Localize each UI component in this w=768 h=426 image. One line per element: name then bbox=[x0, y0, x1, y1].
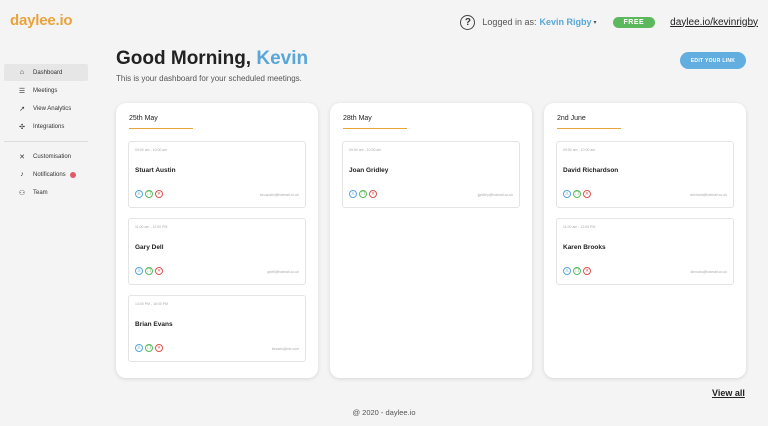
logged-in-label: Logged in as: bbox=[482, 17, 537, 27]
copy-icon[interactable]: ❐ bbox=[573, 267, 581, 275]
meeting-time: 11:00 am - 12:00 PM bbox=[563, 225, 596, 229]
meeting-email: gdell@hotmail.co.uk bbox=[267, 270, 299, 274]
profile-link[interactable]: daylee.io/kevinrigby bbox=[670, 17, 758, 28]
chevron-down-icon[interactable]: ▾ bbox=[593, 19, 596, 26]
edit-link-button[interactable]: EDIT YOUR LINK bbox=[680, 52, 746, 69]
meeting-email: kbrooks@hotmail.co.uk bbox=[690, 270, 727, 274]
meeting-name: Stuart Austin bbox=[135, 167, 176, 174]
sidebar-item-view-analytics[interactable]: ↗ View Analytics bbox=[4, 100, 88, 117]
cancel-icon[interactable]: ✕ bbox=[369, 190, 377, 198]
user-icon[interactable]: ♙ bbox=[135, 190, 143, 198]
meeting-time: 11:00 am - 12:00 PM bbox=[135, 225, 168, 229]
analytics-icon: ↗ bbox=[19, 105, 25, 113]
user-icon[interactable]: ♙ bbox=[349, 190, 357, 198]
meeting-name: Joan Gridley bbox=[349, 167, 389, 174]
meeting-actions: ♙ ❐ ✕ bbox=[563, 267, 591, 275]
meeting-time: 09:00 am - 10:00 am bbox=[563, 148, 596, 152]
meeting-time: 09:00 am - 10:00 am bbox=[349, 148, 382, 152]
sidebar-item-label: View Analytics bbox=[33, 105, 72, 112]
sidebar-item-dashboard[interactable]: ⌂ Dashboard bbox=[4, 64, 88, 81]
help-icon[interactable]: ? bbox=[460, 14, 476, 30]
sidebar-item-label: Notifications bbox=[33, 171, 66, 178]
user-icon[interactable]: ♙ bbox=[135, 344, 143, 352]
column-date: 25th May bbox=[129, 115, 158, 122]
meeting-name: Karen Brooks bbox=[563, 244, 606, 251]
meeting-card[interactable]: 11:00 am - 12:00 PM Karen Brooks ♙ ❐ ✕ k… bbox=[556, 218, 734, 285]
list-icon: ☰ bbox=[18, 87, 26, 95]
copy-icon[interactable]: ❐ bbox=[145, 344, 153, 352]
meeting-name: David Richardson bbox=[563, 167, 619, 174]
meeting-name: Gary Dell bbox=[135, 244, 164, 251]
plan-badge: FREE bbox=[612, 16, 656, 28]
user-icon[interactable]: ♙ bbox=[563, 190, 571, 198]
copy-icon[interactable]: ❐ bbox=[145, 267, 153, 275]
date-underline bbox=[343, 128, 407, 129]
copy-icon[interactable]: ❐ bbox=[145, 190, 153, 198]
meeting-name: Brian Evans bbox=[135, 321, 173, 328]
bell-icon: ♪ bbox=[20, 171, 24, 178]
footer: @ 2020 - daylee.io bbox=[352, 408, 416, 417]
team-icon: ⚇ bbox=[18, 189, 26, 197]
meeting-actions: ♙ ❐ ✕ bbox=[135, 190, 163, 198]
meeting-actions: ♙ ❐ ✕ bbox=[349, 190, 377, 198]
copy-icon[interactable]: ❐ bbox=[573, 190, 581, 198]
meeting-card[interactable]: 09:00 am - 10:00 am David Richardson ♙ ❐… bbox=[556, 141, 734, 208]
day-column: 25th May 09:00 am - 10:00 am Stuart Aust… bbox=[116, 103, 318, 378]
column-date: 2nd June bbox=[557, 115, 586, 122]
meeting-email: stu.austin@hotmail.co.uk bbox=[259, 193, 299, 197]
cancel-icon[interactable]: ✕ bbox=[583, 267, 591, 275]
user-menu[interactable]: Kevin Rigby bbox=[539, 17, 591, 27]
page-title: Good Morning, Kevin bbox=[116, 48, 308, 70]
cancel-icon[interactable]: ✕ bbox=[583, 190, 591, 198]
meeting-email: drichard@hotmail.co.uk bbox=[690, 193, 727, 197]
sidebar-item-integrations[interactable]: ✣ Integrations bbox=[4, 118, 88, 135]
page-subtitle: This is your dashboard for your schedule… bbox=[116, 74, 302, 83]
meeting-card[interactable]: 13:00 PM - 16:00 PM Brian Evans ♙ ❐ ✕ be… bbox=[128, 295, 306, 362]
home-icon: ⌂ bbox=[19, 69, 25, 76]
meeting-actions: ♙ ❐ ✕ bbox=[563, 190, 591, 198]
cancel-icon[interactable]: ✕ bbox=[155, 344, 163, 352]
sidebar-item-label: Team bbox=[33, 189, 48, 196]
sidebar-item-label: Dashboard bbox=[33, 69, 63, 76]
notification-badge bbox=[69, 171, 76, 178]
column-date: 28th May bbox=[343, 115, 372, 122]
date-underline bbox=[557, 128, 621, 129]
sidebar: ⌂ Dashboard ☰ Meetings ↗ View Analytics … bbox=[4, 64, 88, 202]
top-bar: ? Logged in as: Kevin Rigby ▾ FREE dayle… bbox=[460, 13, 758, 31]
meeting-email: bevans@me.com bbox=[271, 347, 299, 351]
day-column: 28th May 09:00 am - 10:00 am Joan Gridle… bbox=[330, 103, 532, 378]
greeting-name: Kevin bbox=[256, 48, 309, 69]
cancel-icon[interactable]: ✕ bbox=[155, 190, 163, 198]
meeting-card[interactable]: 09:00 am - 10:00 am Stuart Austin ♙ ❐ ✕ … bbox=[128, 141, 306, 208]
greeting-prefix: Good Morning, bbox=[116, 48, 252, 69]
copy-icon[interactable]: ❐ bbox=[359, 190, 367, 198]
puzzle-icon: ✣ bbox=[19, 123, 25, 131]
user-icon[interactable]: ♙ bbox=[135, 267, 143, 275]
meeting-actions: ♙ ❐ ✕ bbox=[135, 267, 163, 275]
cancel-icon[interactable]: ✕ bbox=[155, 267, 163, 275]
day-column: 2nd June 09:00 am - 10:00 am David Richa… bbox=[544, 103, 746, 378]
sidebar-item-notifications[interactable]: ♪ Notifications bbox=[4, 166, 88, 183]
view-all-link[interactable]: View all bbox=[712, 388, 745, 398]
sidebar-item-label: Integrations bbox=[33, 123, 65, 130]
meeting-card[interactable]: 09:00 am - 10:00 am Joan Gridley ♙ ❐ ✕ j… bbox=[342, 141, 520, 208]
tools-icon: ✕ bbox=[19, 153, 25, 161]
sidebar-divider bbox=[4, 141, 88, 142]
meeting-time: 13:00 PM - 16:00 PM bbox=[135, 302, 169, 306]
app-logo[interactable]: daylee.io bbox=[10, 12, 73, 29]
sidebar-item-customisation[interactable]: ✕ Customisation bbox=[4, 148, 88, 165]
meeting-time: 09:00 am - 10:00 am bbox=[135, 148, 168, 152]
sidebar-item-meetings[interactable]: ☰ Meetings bbox=[4, 82, 88, 99]
sidebar-item-label: Meetings bbox=[33, 87, 58, 94]
sidebar-item-label: Customisation bbox=[33, 153, 72, 160]
meeting-actions: ♙ ❐ ✕ bbox=[135, 344, 163, 352]
user-icon[interactable]: ♙ bbox=[563, 267, 571, 275]
meeting-email: jgridley@hotmail.co.uk bbox=[477, 193, 513, 197]
meeting-card[interactable]: 11:00 am - 12:00 PM Gary Dell ♙ ❐ ✕ gdel… bbox=[128, 218, 306, 285]
date-underline bbox=[129, 128, 193, 129]
sidebar-item-team[interactable]: ⚇ Team bbox=[4, 184, 88, 201]
